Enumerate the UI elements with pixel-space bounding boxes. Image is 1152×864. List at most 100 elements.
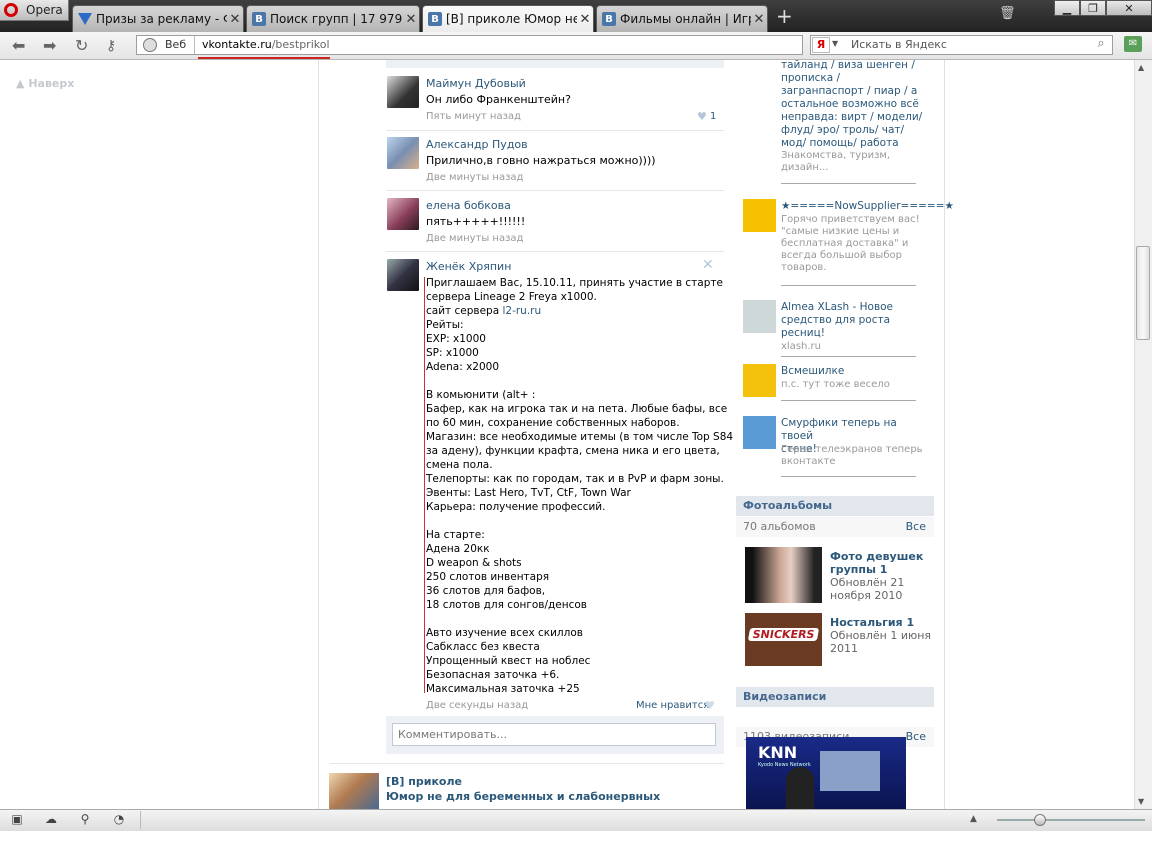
ad-image[interactable] bbox=[743, 300, 776, 333]
text-line: Ностальгия 1 bbox=[830, 616, 915, 629]
chevron-down-icon[interactable]: ▼ bbox=[832, 39, 838, 48]
comment-line: Сабкласс без квеста bbox=[426, 641, 540, 653]
tab-title: Призы за рекламу - Фо... bbox=[96, 12, 227, 26]
close-tab-icon[interactable]: ✕ bbox=[403, 12, 419, 27]
all-videos-link[interactable]: Все bbox=[906, 727, 926, 747]
album-cover[interactable]: SNICKERS bbox=[745, 613, 822, 666]
scroll-up-icon[interactable]: ▲ bbox=[1138, 63, 1144, 72]
comment-author[interactable]: Маймун Дубовый bbox=[426, 77, 526, 90]
tab-title: Поиск групп | 17 979 80... bbox=[270, 12, 403, 26]
comment-line: 18 слотов для сонгов/денсов bbox=[426, 599, 587, 611]
opera-menu-label: Opera bbox=[26, 3, 63, 17]
text-line: ★=====NowSupplier=====★ bbox=[781, 200, 954, 212]
divider bbox=[330, 763, 724, 764]
album-title[interactable]: Фото девушек группы 1 bbox=[830, 550, 923, 576]
ad-description: xlash.ru bbox=[781, 341, 931, 353]
avatar[interactable] bbox=[387, 76, 419, 108]
url-underline bbox=[198, 57, 330, 59]
close-tab-icon[interactable]: ✕ bbox=[577, 12, 593, 27]
trash-icon[interactable]: 🗑 bbox=[999, 6, 1017, 22]
comment-author[interactable]: Женёк Хряпин bbox=[426, 260, 511, 273]
divider bbox=[194, 36, 195, 54]
site-link[interactable]: l2-ru.ru bbox=[502, 305, 541, 317]
minimize-icon[interactable]: ▁ bbox=[1054, 0, 1080, 16]
post-title[interactable]: Юмор не для беременных и слабонервных bbox=[386, 790, 660, 803]
ad-image[interactable] bbox=[743, 199, 776, 232]
divider bbox=[781, 285, 916, 286]
forward-icon[interactable]: ➡ bbox=[43, 36, 56, 55]
back-to-top-link[interactable]: ▲ Наверх bbox=[16, 77, 74, 90]
album-title[interactable]: Ностальгия 1 bbox=[830, 616, 914, 629]
comment-time[interactable]: Две минуты назад bbox=[426, 233, 523, 244]
reload-icon[interactable]: ↻ bbox=[75, 36, 88, 55]
video-thumbnail[interactable]: KNN Kyodo News Network bbox=[746, 737, 906, 809]
zoom-slider-thumb[interactable] bbox=[1034, 814, 1046, 826]
key-icon[interactable]: ⚷ bbox=[106, 38, 116, 54]
ad-text[interactable]: тайланд / виза шенген / прописка / загранп… bbox=[781, 59, 931, 150]
yandex-logo-icon[interactable]: Я bbox=[812, 37, 830, 53]
search-input[interactable]: Искать в Яндекс bbox=[851, 38, 947, 51]
zoom-slider-track[interactable] bbox=[997, 819, 1145, 821]
comment-input[interactable]: Комментировать... bbox=[392, 723, 716, 746]
panel-toggle-icon[interactable]: ▣ bbox=[10, 813, 24, 825]
tab-4[interactable]: B Фильмы онлайн | Игры ... ✕ bbox=[596, 5, 768, 32]
divider bbox=[781, 476, 916, 477]
tab-1[interactable]: Призы за рекламу - Фо... ✕ bbox=[72, 5, 244, 32]
comment-line: Эвенты: Last Hero, TvT, CtF, Town War bbox=[426, 487, 631, 499]
comment-time[interactable]: Две минуты назад bbox=[426, 172, 523, 183]
ad-title[interactable]: Всмешилке bbox=[781, 365, 931, 378]
restore-icon[interactable]: ❐ bbox=[1080, 0, 1106, 16]
mail-icon[interactable]: ✉ bbox=[1124, 36, 1142, 52]
ad-title[interactable]: ★=====NowSupplier=====★ bbox=[781, 200, 954, 213]
url-text[interactable]: vkontakte.ru/bestprikol bbox=[202, 38, 330, 51]
photo-albums-header[interactable]: Фотоальбомы bbox=[736, 496, 934, 516]
avatar[interactable] bbox=[387, 198, 419, 230]
text-line: "самые низкие цены и bbox=[781, 226, 900, 237]
text-line: мод/ помощь/ работа bbox=[781, 137, 899, 149]
opera-menu-button[interactable]: Opera bbox=[0, 0, 69, 21]
like-button[interactable]: Мне нравится bbox=[636, 700, 709, 711]
tab-2[interactable]: B Поиск групп | 17 979 80... ✕ bbox=[246, 5, 420, 32]
scroll-down-icon[interactable]: ▼ bbox=[1138, 797, 1144, 806]
comment-author[interactable]: Александр Пудов bbox=[426, 138, 528, 151]
opera-unite-icon[interactable]: ☁ bbox=[44, 813, 58, 825]
heart-icon[interactable]: ♥ bbox=[705, 699, 715, 712]
ad-description: п.с. тут тоже весело bbox=[781, 379, 931, 391]
delete-comment-icon[interactable]: ✕ bbox=[702, 257, 714, 273]
scrollbar[interactable] bbox=[1134, 60, 1152, 809]
ad-description: Знакомства, туризм, дизайн... bbox=[781, 150, 931, 174]
comment-time[interactable]: Пять минут назад bbox=[426, 111, 521, 122]
scrollbar-thumb[interactable] bbox=[1136, 246, 1150, 340]
comment-author[interactable]: елена бобкова bbox=[426, 199, 511, 212]
search-icon[interactable]: ⌕ bbox=[1091, 36, 1111, 54]
ad-image[interactable] bbox=[743, 416, 776, 449]
close-tab-icon[interactable]: ✕ bbox=[751, 12, 767, 27]
comment-line: Упрощенный квест на ноблес bbox=[426, 655, 591, 667]
avatar[interactable] bbox=[387, 137, 419, 169]
comment-line: Рейты: bbox=[426, 319, 464, 331]
comment-line: Бафер, как на игрока так и на пета. Любы… bbox=[426, 403, 728, 415]
post-group-name[interactable]: [В] приколе bbox=[386, 775, 462, 788]
close-window-icon[interactable]: ✕ bbox=[1106, 0, 1152, 16]
url-domain: vkontakte.ru bbox=[202, 38, 272, 51]
turbo-icon[interactable]: ◔ bbox=[112, 813, 126, 825]
text-line: тайланд / виза шенген / bbox=[781, 59, 915, 71]
album-cover[interactable] bbox=[745, 547, 822, 603]
all-albums-link[interactable]: Все bbox=[906, 517, 926, 537]
ad-image[interactable] bbox=[743, 364, 776, 397]
videos-header[interactable]: Видеозаписи bbox=[736, 687, 934, 707]
tab-3-active[interactable]: B [В] приколе Юмор не д... ✕ bbox=[422, 5, 594, 32]
avatar[interactable] bbox=[387, 259, 419, 291]
zoom-up-icon[interactable]: ▲ bbox=[970, 814, 977, 824]
heart-icon[interactable]: ♥ bbox=[697, 110, 707, 123]
ad-description: Горячо приветствуем вас! "самые низкие це… bbox=[781, 214, 931, 274]
back-icon[interactable]: ⬅ bbox=[12, 36, 25, 55]
new-tab-button[interactable]: + bbox=[776, 6, 793, 26]
group-avatar[interactable] bbox=[329, 773, 379, 809]
close-tab-icon[interactable]: ✕ bbox=[227, 12, 243, 27]
comment-time[interactable]: Две секунды назад bbox=[426, 700, 528, 711]
text-line: неправда: вирт / модели/ bbox=[781, 111, 923, 123]
opera-link-icon[interactable]: ⚲ bbox=[78, 813, 92, 825]
album-date: Обновлён 1 июня 2011 bbox=[830, 629, 931, 655]
ad-title[interactable]: Almea XLash - Новое средство для роста рес… bbox=[781, 301, 931, 340]
